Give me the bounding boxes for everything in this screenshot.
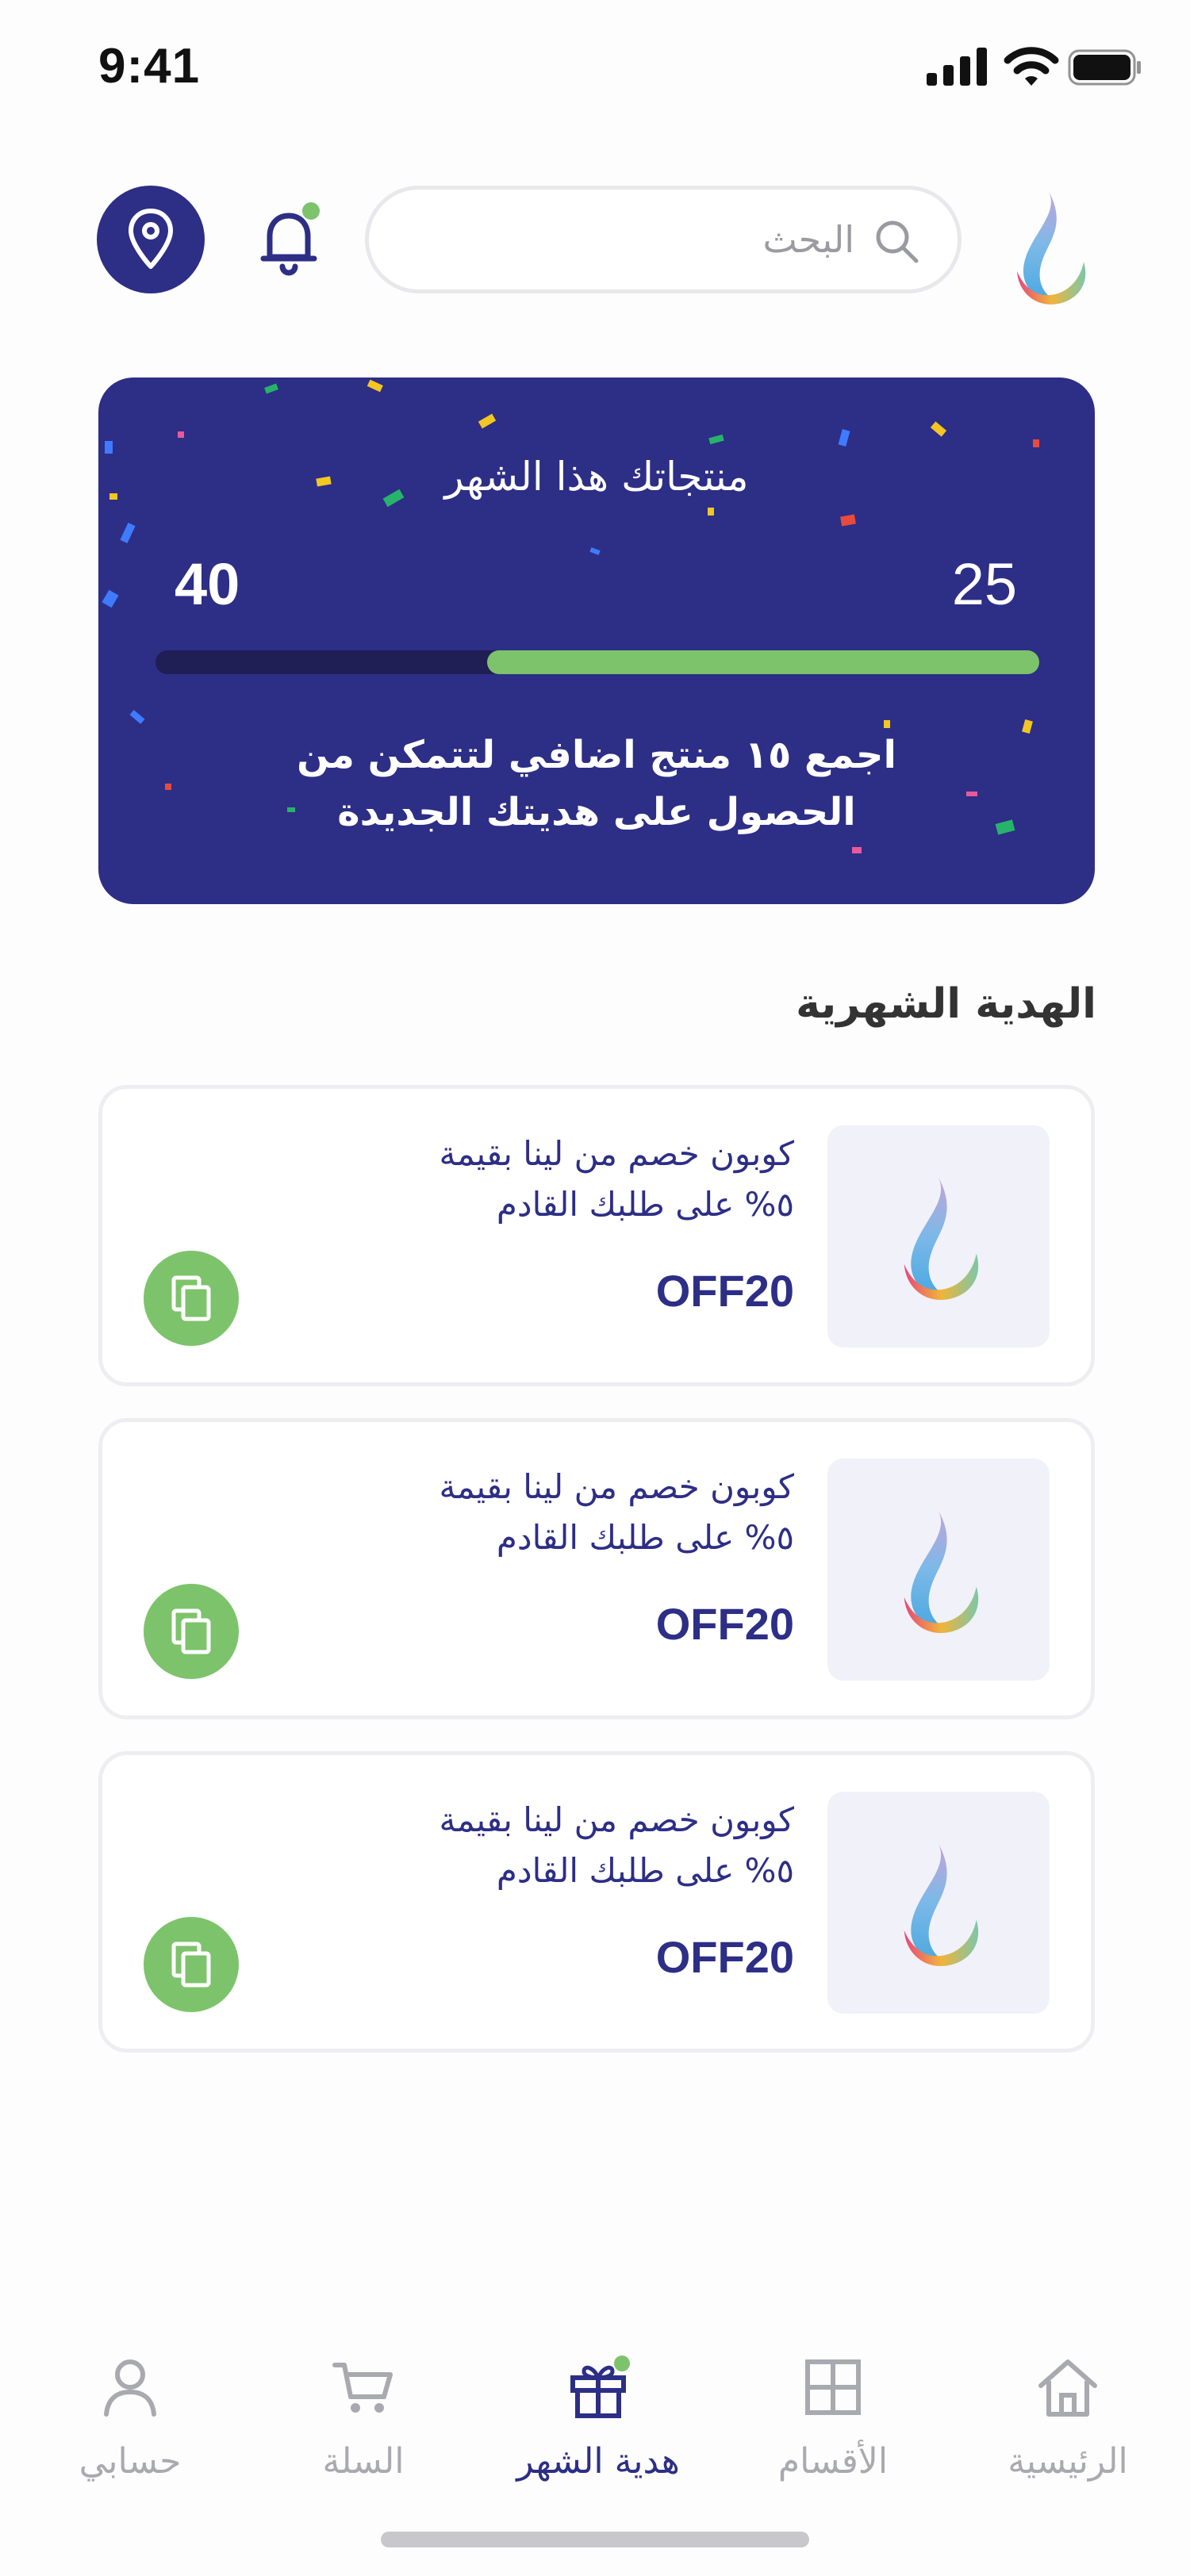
coupon-description-line1: كوبون خصم من لينا بقيمة <box>439 1800 794 1839</box>
section-title: الهدية الشهرية <box>796 980 1096 1028</box>
progress-fill <box>486 650 1039 674</box>
banner-message-line1: اجمع ١٥ منتج اضافي لتتمكن من <box>297 733 896 777</box>
target-count: 40 <box>175 551 240 617</box>
banner-message: اجمع ١٥ منتج اضافي لتتمكن من الحصول على … <box>98 726 1095 841</box>
home-indicator <box>381 2532 809 2547</box>
search-placeholder: البحث <box>762 218 854 261</box>
coupon-thumbnail <box>827 1125 1050 1347</box>
coupon-card[interactable]: كوبون خصم من لينا بقيمة ٥% على طلبك القا… <box>98 1418 1095 1719</box>
location-button[interactable] <box>97 186 205 293</box>
current-count: 25 <box>951 551 1017 617</box>
coupon-description: كوبون خصم من لينا بقيمة ٥% على طلبك القا… <box>350 1795 794 1896</box>
tab-cart[interactable]: السلة <box>244 2348 482 2506</box>
coupon-card[interactable]: كوبون خصم من لينا بقيمة ٥% على طلبك القا… <box>98 1085 1095 1386</box>
tab-categories[interactable]: الأقسام <box>714 2348 952 2506</box>
copy-code-button[interactable] <box>144 1251 239 1346</box>
grid-icon <box>805 2359 861 2415</box>
tab-label: السلة <box>322 2441 405 2482</box>
coupon-code: OFF20 <box>655 1599 794 1649</box>
tab-home[interactable]: الرئيسية <box>949 2348 1187 2506</box>
coupon-thumbnail <box>827 1459 1050 1681</box>
tab-label: هدية الشهر <box>516 2441 680 2482</box>
cellular-signal-icon <box>927 48 987 86</box>
copy-code-button[interactable] <box>144 1917 239 2012</box>
status-time: 9:41 <box>98 39 201 94</box>
tab-label: الرئيسية <box>1008 2441 1128 2482</box>
user-icon <box>104 2359 156 2417</box>
brand-logo <box>904 1508 979 1634</box>
cart-icon <box>332 2363 393 2413</box>
brand-logo <box>904 1841 979 1967</box>
brand-logo <box>904 1175 979 1301</box>
tab-monthly-gift[interactable]: هدية الشهر <box>479 2348 717 2506</box>
coupon-card[interactable]: كوبون خصم من لينا بقيمة ٥% على طلبك القا… <box>98 1751 1095 2053</box>
copy-code-button[interactable] <box>144 1584 239 1679</box>
coupon-code: OFF20 <box>655 1932 794 1982</box>
copy-icon <box>171 1608 211 1654</box>
top-header: البحث <box>0 182 1190 305</box>
status-bar: 9:41 <box>0 0 1190 135</box>
battery-icon <box>1068 49 1141 86</box>
coupon-description-line2: ٥% على طلبك القادم <box>496 1185 794 1224</box>
tab-account[interactable]: حسابي <box>11 2348 249 2506</box>
coupon-description: كوبون خصم من لينا بقيمة ٥% على طلبك القا… <box>350 1462 794 1563</box>
search-icon <box>876 220 919 263</box>
coupon-description-line2: ٥% على طلبك القادم <box>496 1851 794 1890</box>
coupon-description-line1: كوبون خصم من لينا بقيمة <box>439 1134 794 1173</box>
coupon-description-line2: ٥% على طلبك القادم <box>496 1518 794 1557</box>
brand-logo <box>1017 189 1086 305</box>
wifi-icon <box>1004 47 1059 86</box>
location-pin-icon <box>129 209 173 269</box>
coupon-description-line1: كوبون خصم من لينا بقيمة <box>439 1467 794 1506</box>
progress-bar <box>155 650 1039 674</box>
banner-message-line2: الحصول على هديتك الجديدة <box>337 790 856 834</box>
tab-label: حسابي <box>79 2441 182 2482</box>
gift-icon <box>570 2356 630 2418</box>
home-icon <box>1038 2359 1097 2417</box>
banner-title: منتجاتك هذا الشهر <box>444 454 749 500</box>
copy-icon <box>171 1275 211 1321</box>
monthly-progress-banner: منتجاتك هذا الشهر 25 40 اجمع ١٥ منتج اضا… <box>98 378 1095 904</box>
coupon-thumbnail <box>827 1792 1050 2014</box>
coupon-code: OFF20 <box>655 1266 794 1316</box>
tab-label: الأقسام <box>777 2441 889 2482</box>
notification-bell-icon[interactable] <box>259 201 322 278</box>
copy-icon <box>171 1942 211 1988</box>
search-field[interactable]: البحث <box>365 186 962 293</box>
coupon-description: كوبون خصم من لينا بقيمة ٥% على طلبك القا… <box>350 1129 794 1230</box>
